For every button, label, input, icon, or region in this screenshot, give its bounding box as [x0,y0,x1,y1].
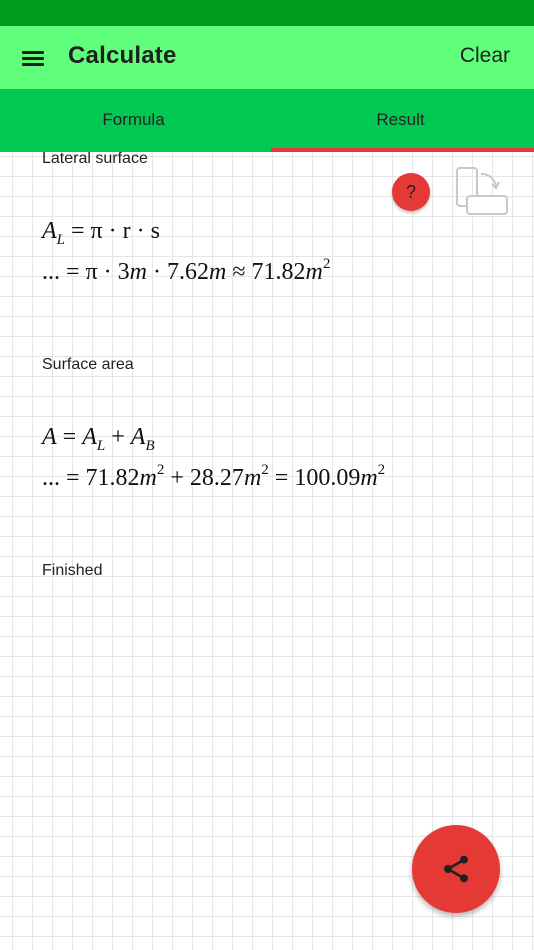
status-bar [0,0,534,26]
app-bar: Calculate Clear [0,26,534,89]
hamburger-menu-icon[interactable] [20,48,46,68]
lateral-result: ... = π · 3m · 7.62m ≈ 71.82m2 [42,256,331,285]
lateral-surface-label: Lateral surface [42,152,148,167]
tab-result[interactable]: Result [267,89,534,152]
surface-formula: A = AL + AB [42,424,155,454]
question-icon: ? [405,182,416,202]
help-button[interactable]: ? [392,173,430,211]
share-button[interactable] [412,825,500,913]
share-icon [444,855,468,883]
surface-result: ... = 71.82m2 + 28.27m2 = 100.09m2 [42,462,386,491]
result-content[interactable]: Lateral surface ? AL = π · r · s ... = π… [0,152,534,950]
lateral-formula: AL = π · r · s [42,218,160,248]
page-title: Calculate [68,42,177,69]
finished-label: Finished [42,562,103,579]
tab-bar: Formula Result [0,89,534,152]
clear-button[interactable]: Clear [460,44,510,68]
tab-formula[interactable]: Formula [0,89,267,152]
surface-area-label: Surface area [42,356,134,373]
rotate-screen-icon[interactable] [455,166,511,218]
